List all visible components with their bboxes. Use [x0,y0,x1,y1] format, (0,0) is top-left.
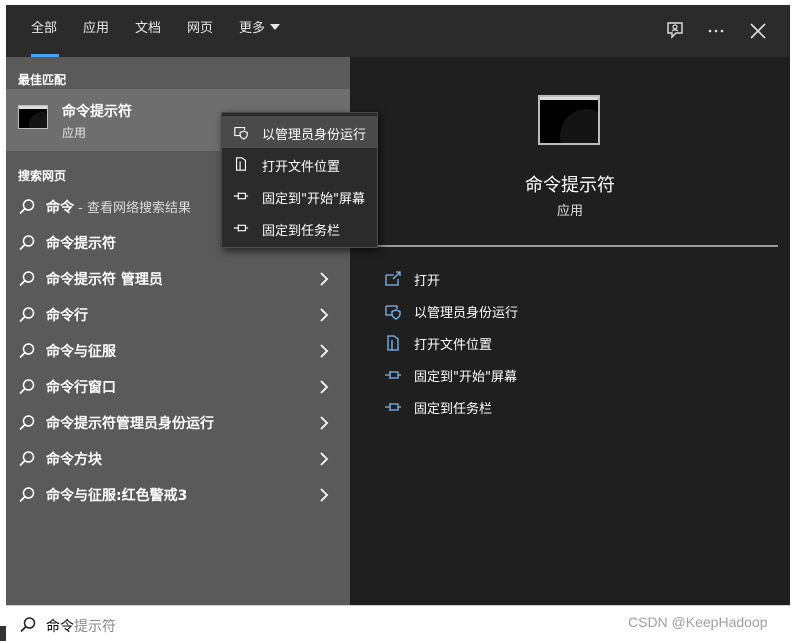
pin-icon [233,224,249,232]
search-icon [19,271,35,287]
watermark: CSDN @KeepHadoop [628,614,768,630]
chevron-right-icon[interactable] [316,451,332,467]
action-label: 打开 [414,274,441,289]
context-item-label: 打开文件位置 [262,160,341,175]
pin-icon [385,371,401,379]
search-icon [19,199,35,215]
web-result-row[interactable]: 命令行 [6,297,350,333]
search-input[interactable]: 命令提示符 [46,616,116,636]
web-result-text: 命令与征服:红色警戒3 [46,488,188,504]
detail-subtitle: 应用 [556,204,583,219]
context-item-pin-to-start[interactable]: 固定到"开始"屏幕 [222,180,377,212]
open-icon [385,271,401,286]
search-icon [19,379,35,395]
web-result-text: 命令提示符 [46,236,116,252]
chevron-right-icon[interactable] [316,415,332,431]
chevron-right-icon[interactable] [316,379,332,395]
file-location-icon [235,157,247,171]
shield-icon [385,305,401,320]
start-search-panel: 全部 应用 文档 网页 更多 最佳匹配 命令提示符 应用 搜索网页 命令 - 查… [6,5,790,605]
context-item-run-as-admin[interactable]: 以管理员身份运行 [222,116,377,148]
web-result-text: 命令与征服 [46,344,116,360]
command-prompt-large-icon [538,95,600,145]
chevron-right-icon[interactable] [316,487,332,503]
web-result-hint: - 查看网络搜索结果 [74,201,191,216]
context-item-label: 固定到任务栏 [262,224,341,239]
chevron-right-icon[interactable] [316,307,332,323]
command-prompt-app-icon [18,105,48,129]
action-label: 以管理员身份运行 [414,306,519,321]
search-icon [19,415,35,431]
action-open[interactable]: 打开 [384,267,764,291]
tab-web[interactable]: 网页 [187,5,213,57]
web-result-row[interactable]: 命令与征服:红色警戒3 [6,477,350,513]
search-icon [19,235,35,251]
web-search-header: 搜索网页 [18,169,67,183]
tab-more-label: 更多 [239,21,266,36]
web-result-row[interactable]: 命令方块 [6,441,350,477]
chevron-down-icon [270,24,281,30]
web-result-text: 命令提示符 管理员 [46,272,163,288]
tab-more[interactable]: 更多 [239,5,281,57]
search-typed-text: 命令 [46,619,74,635]
web-result-text: 命令 [46,200,74,216]
context-item-label: 固定到"开始"屏幕 [262,192,365,207]
action-pin-to-taskbar[interactable]: 固定到任务栏 [384,395,764,419]
context-item-pin-to-taskbar[interactable]: 固定到任务栏 [222,212,377,244]
search-window: 全部 应用 文档 网页 更多 最佳匹配 命令提示符 应用 搜索网页 命令 - 查… [0,0,797,641]
web-result-row[interactable]: 命令与征服 [6,333,350,369]
search-icon [20,617,36,633]
context-menu: 以管理员身份运行 打开文件位置 固定到"开始"屏幕 固定到任务栏 [221,112,378,248]
action-label: 打开文件位置 [414,338,493,353]
context-item-open-file-location[interactable]: 打开文件位置 [222,148,377,180]
web-result-text: 命令提示符管理员身份运行 [46,416,214,432]
filter-tabs-bar: 全部 应用 文档 网页 更多 [6,5,790,57]
tab-all[interactable]: 全部 [31,5,59,57]
action-run-as-admin[interactable]: 以管理员身份运行 [384,299,764,323]
web-result-text: 命令行窗口 [46,380,116,396]
search-icon [19,487,35,503]
web-result-row[interactable]: 命令提示符管理员身份运行 [6,405,350,441]
tab-apps[interactable]: 应用 [83,5,109,57]
search-icon [19,343,35,359]
context-item-label: 以管理员身份运行 [262,128,367,143]
shield-icon [234,126,248,140]
more-options-icon[interactable] [704,19,728,43]
close-icon[interactable] [746,19,770,43]
pin-icon [385,403,401,411]
action-open-file-location[interactable]: 打开文件位置 [384,331,764,355]
feedback-icon[interactable] [663,19,687,43]
web-result-text: 命令行 [46,308,88,324]
detail-pane: 命令提示符 应用 打开 以管理员身份运行 打开文件位置 固定到"开始"屏幕 固定… [362,69,778,605]
file-location-icon [387,335,399,351]
tab-documents[interactable]: 文档 [135,5,161,57]
best-match-subtitle: 应用 [62,126,87,140]
taskbar-edge [0,626,6,641]
chevron-right-icon[interactable] [316,343,332,359]
action-pin-to-start[interactable]: 固定到"开始"屏幕 [384,363,764,387]
action-label: 固定到"开始"屏幕 [414,370,517,385]
action-label: 固定到任务栏 [414,402,493,417]
pin-icon [233,192,249,200]
divider [378,245,778,247]
search-suggestion-text: 提示符 [74,619,116,635]
web-result-row[interactable]: 命令提示符 管理员 [6,261,350,297]
detail-title: 命令提示符 [525,175,615,196]
web-result-row[interactable]: 命令行窗口 [6,369,350,405]
best-match-header: 最佳匹配 [18,73,67,87]
web-result-text: 命令方块 [46,452,102,468]
search-icon [19,451,35,467]
best-match-title: 命令提示符 [62,104,132,120]
chevron-right-icon[interactable] [316,271,332,287]
search-icon [19,307,35,323]
